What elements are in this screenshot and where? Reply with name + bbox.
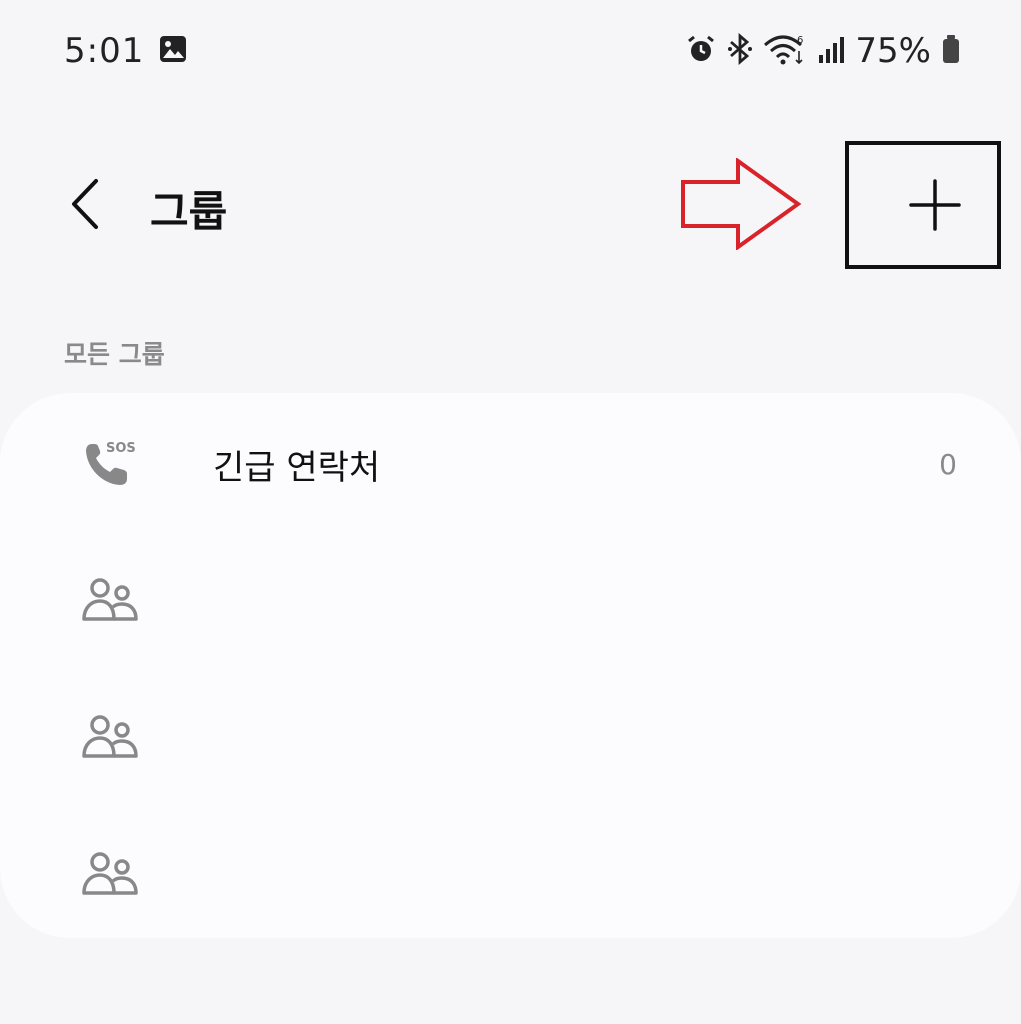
header: 그룹 — [0, 141, 1021, 269]
people-icon — [78, 847, 142, 903]
group-row[interactable] — [0, 670, 1021, 800]
add-group-button[interactable] — [885, 165, 985, 245]
page-title: 그룹 — [150, 187, 228, 236]
battery-icon — [941, 33, 961, 69]
group-row[interactable] — [0, 533, 1021, 663]
section-label: 모든 그룹 — [64, 340, 165, 369]
svg-text:6: 6 — [797, 35, 803, 46]
status-bar: 5:01 6 75% — [64, 26, 961, 76]
group-list: SOS 긴급 연락처 0 — [0, 393, 1021, 938]
plus-icon — [909, 179, 961, 231]
group-row[interactable] — [0, 807, 1021, 937]
alarm-icon — [685, 33, 717, 69]
people-icon — [78, 710, 142, 766]
wifi-icon: 6 — [763, 33, 807, 69]
gallery-icon — [158, 34, 188, 68]
sos-phone-icon: SOS — [78, 436, 142, 492]
signal-icon — [817, 33, 845, 69]
svg-text:SOS: SOS — [106, 441, 136, 456]
back-button[interactable] — [60, 172, 110, 236]
annotation-arrow-icon — [681, 158, 802, 250]
battery-percent: 75% — [855, 31, 931, 71]
status-right: 6 75% — [685, 31, 961, 71]
group-row-emergency[interactable]: SOS 긴급 연락처 0 — [0, 396, 1021, 526]
group-count: 0 — [939, 448, 957, 481]
status-left: 5:01 — [64, 31, 188, 71]
contacts-groups-screen: 5:01 6 75% 그룹 모든 그룹 SOS 긴급 연락처 0 — [0, 0, 1021, 1024]
chevron-left-icon — [72, 179, 98, 229]
group-name: 긴급 연락처 — [213, 448, 381, 488]
bluetooth-icon — [727, 32, 753, 69]
status-time: 5:01 — [64, 31, 145, 71]
people-icon — [78, 573, 142, 629]
